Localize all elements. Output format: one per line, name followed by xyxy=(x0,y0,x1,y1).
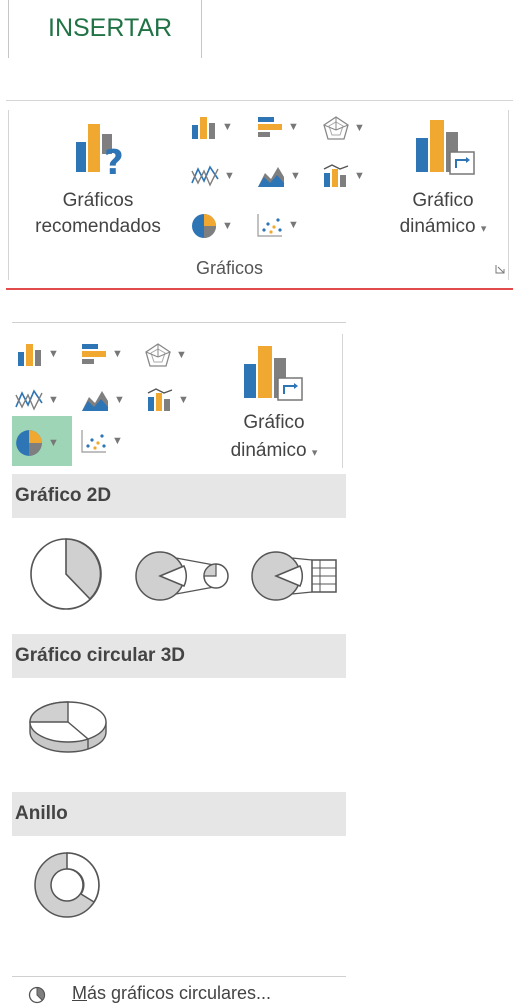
panel-combo-chart-button[interactable]: ▼ xyxy=(146,387,189,413)
area-chart-button[interactable]: ▼ xyxy=(256,163,301,189)
pivot-chart-label-1: Gráfico xyxy=(412,190,474,211)
dropdown-caret-icon: ▼ xyxy=(224,170,235,182)
dropdown-caret-icon: ▼ xyxy=(48,437,59,449)
dropdown-caret-icon: ▼ xyxy=(114,394,125,406)
panel-column-chart-button[interactable]: ▼ xyxy=(16,342,59,366)
panel-pivot-chart-button[interactable]: Gráfico dinámico ▾ xyxy=(206,338,342,466)
pie-2d-button[interactable] xyxy=(26,534,106,614)
doughnut-button[interactable] xyxy=(30,848,104,922)
ribbon-active-border xyxy=(6,288,513,290)
more-pie-button-icon-wrap[interactable] xyxy=(28,986,46,1004)
recommended-charts-label-2: recomendados xyxy=(35,216,161,237)
pie-chart-icon xyxy=(16,430,42,456)
section-header-2d: Gráfico 2D xyxy=(12,474,346,518)
dropdown-caret-icon: ▼ xyxy=(290,170,301,182)
pie-chart-icon xyxy=(192,214,216,238)
dropdown-caret-icon: ▼ xyxy=(112,435,123,447)
dropdown-caret-icon: ▼ xyxy=(354,170,365,182)
scatter-chart-icon xyxy=(257,214,282,237)
dropdown-caret-icon: ▼ xyxy=(112,348,123,360)
pivot-chart-label-1: Gráfico xyxy=(243,412,305,433)
radar-chart-icon xyxy=(145,343,171,367)
panel-radar-chart-button[interactable]: ▼ xyxy=(144,342,187,368)
pivot-chart-icon xyxy=(416,120,475,175)
pie-chart-button[interactable]: ▼ xyxy=(190,212,233,240)
dropdown-caret-icon: ▼ xyxy=(354,122,365,134)
bar-chart-icon xyxy=(82,344,106,364)
area-chart-icon xyxy=(82,391,108,411)
column-chart-button[interactable]: ▼ xyxy=(190,115,233,139)
panel-pie-chart-button[interactable]: ▼ xyxy=(14,428,59,458)
bar-of-pie-button[interactable] xyxy=(248,548,340,604)
pivot-chart-icon xyxy=(244,346,303,401)
doughnut-icon xyxy=(34,852,100,918)
dropdown-caret-icon: ▼ xyxy=(222,121,233,133)
pivot-chart-label-2: dinámico ▾ xyxy=(230,440,318,461)
radar-chart-icon xyxy=(323,116,349,140)
line-chart-icon xyxy=(15,389,43,411)
dropdown-caret-icon: ▾ xyxy=(311,447,318,459)
recommended-charts-button[interactable]: ? Gráficos recomendados xyxy=(14,112,182,252)
ribbon-separator xyxy=(508,110,509,280)
dropdown-caret-icon: ▼ xyxy=(48,394,59,406)
panel-divider xyxy=(12,976,346,977)
pie-2d-icon xyxy=(30,538,102,610)
tab-label: INSERTAR xyxy=(48,14,173,42)
ribbon-separator xyxy=(8,110,9,280)
dropdown-caret-icon: ▼ xyxy=(178,394,189,406)
dropdown-caret-icon: ▼ xyxy=(288,121,299,133)
column-chart-icon xyxy=(192,117,215,139)
pie-3d-icon xyxy=(29,701,107,753)
pie-of-pie-icon xyxy=(135,551,229,601)
bar-chart-icon xyxy=(258,117,282,137)
more-link-text: ás gráficos circulares... xyxy=(87,983,272,1003)
recommended-charts-icon: ? xyxy=(76,124,124,180)
pivot-chart-button[interactable]: Gráfico dinámico ▾ xyxy=(380,112,506,252)
radar-chart-button[interactable]: ▼ xyxy=(322,115,365,141)
recommended-charts-label-1: Gráficos xyxy=(62,190,134,211)
line-chart-icon xyxy=(191,165,219,187)
dropdown-caret-icon: ▼ xyxy=(288,219,299,231)
scatter-chart-button[interactable]: ▼ xyxy=(256,212,299,238)
pie-of-pie-button[interactable] xyxy=(132,548,240,604)
scatter-chart-icon xyxy=(81,430,106,453)
bar-chart-button[interactable]: ▼ xyxy=(256,115,299,139)
dropdown-caret-icon: ▼ xyxy=(176,349,187,361)
bar-of-pie-icon xyxy=(251,551,337,601)
panel-separator xyxy=(342,334,343,468)
more-pie-charts-link[interactable]: Más gráficos circulares... xyxy=(72,983,271,1004)
panel-bar-chart-button[interactable]: ▼ xyxy=(80,342,123,366)
combo-chart-button[interactable]: ▼ xyxy=(322,163,365,189)
dropdown-caret-icon: ▼ xyxy=(48,348,59,360)
panel-line-chart-button[interactable]: ▼ xyxy=(14,387,59,413)
dropdown-caret-icon: ▾ xyxy=(480,223,487,235)
section-header-3d: Gráfico circular 3D xyxy=(12,634,346,678)
more-pie-icon xyxy=(28,986,46,1004)
dropdown-caret-icon: ▼ xyxy=(222,220,233,232)
area-chart-icon xyxy=(258,167,284,187)
pie-3d-button[interactable] xyxy=(26,696,110,758)
section-header-doughnut: Anillo xyxy=(12,792,346,836)
column-chart-icon xyxy=(18,344,41,366)
svg-text:?: ? xyxy=(104,143,124,180)
dialog-launcher-icon[interactable] xyxy=(495,264,505,274)
line-chart-button[interactable]: ▼ xyxy=(190,163,235,189)
panel-area-chart-button[interactable]: ▼ xyxy=(80,387,125,413)
pivot-chart-label-2: dinámico ▾ xyxy=(399,216,487,237)
group-label: Gráficos xyxy=(196,258,264,278)
panel-scatter-chart-button[interactable]: ▼ xyxy=(80,428,123,454)
combo-chart-icon xyxy=(147,388,173,411)
combo-chart-icon xyxy=(323,164,349,187)
panel-border xyxy=(12,322,346,323)
more-link-accelerator: M xyxy=(72,983,87,1003)
